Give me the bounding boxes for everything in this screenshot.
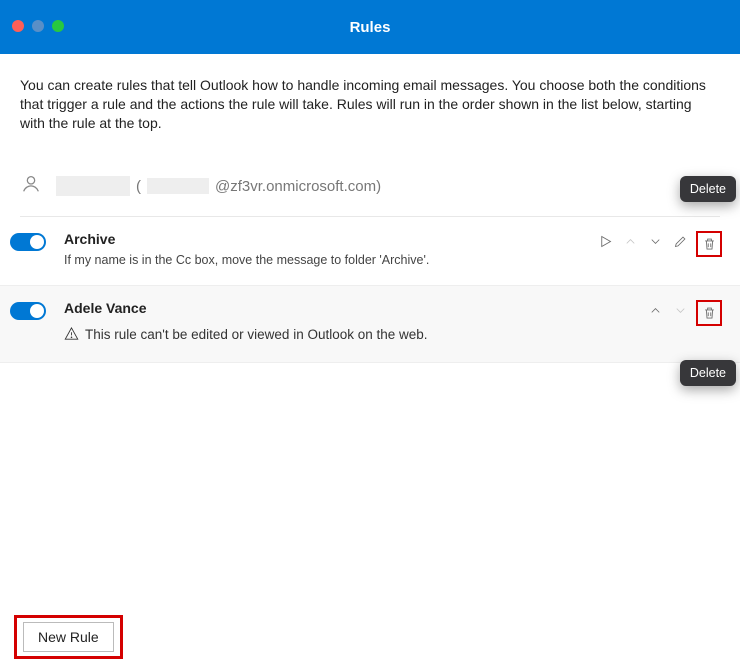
titlebar: Rules xyxy=(0,0,740,54)
redacted-alias xyxy=(147,178,209,194)
rule-actions xyxy=(648,302,720,324)
rule-actions xyxy=(598,233,720,255)
zoom-window-button[interactable] xyxy=(52,20,64,32)
delete-tooltip: Delete xyxy=(680,360,736,386)
edit-rule-icon[interactable] xyxy=(673,234,688,254)
delete-rule-button[interactable] xyxy=(698,233,720,255)
new-rule-highlight: New Rule xyxy=(14,615,123,659)
account-label: ( @zf3vr.onmicrosoft.com) xyxy=(56,176,381,196)
window-title: Rules xyxy=(350,19,391,36)
content-area: You can create rules that tell Outlook h… xyxy=(0,54,740,217)
open-paren: ( xyxy=(136,178,141,195)
rule-warning-text: This rule can't be edited or viewed in O… xyxy=(85,327,428,342)
delete-tooltip: Delete xyxy=(680,176,736,202)
account-row: ( @zf3vr.onmicrosoft.com) xyxy=(20,173,720,217)
account-domain: @zf3vr.onmicrosoft.com) xyxy=(215,178,381,195)
warning-icon xyxy=(64,326,79,344)
rule-title: Archive xyxy=(64,231,592,247)
person-icon xyxy=(20,173,42,200)
rule-description: If my name is in the Cc box, move the me… xyxy=(64,253,592,267)
move-down-icon[interactable] xyxy=(673,303,688,323)
rule-row[interactable]: Archive If my name is in the Cc box, mov… xyxy=(0,217,740,286)
rule-body: Adele Vance This rule can't be edited or… xyxy=(64,300,642,344)
delete-rule-button[interactable] xyxy=(698,302,720,324)
rules-dialog: Rules You can create rules that tell Out… xyxy=(0,0,740,671)
close-window-button[interactable] xyxy=(12,20,24,32)
new-rule-button[interactable]: New Rule xyxy=(23,622,114,652)
minimize-window-button[interactable] xyxy=(32,20,44,32)
rule-enabled-toggle[interactable] xyxy=(10,302,46,320)
move-up-icon[interactable] xyxy=(648,303,663,323)
rule-enabled-toggle[interactable] xyxy=(10,233,46,251)
rule-title: Adele Vance xyxy=(64,300,642,316)
rule-row[interactable]: Adele Vance This rule can't be edited or… xyxy=(0,286,740,363)
move-down-icon[interactable] xyxy=(648,234,663,254)
move-up-icon[interactable] xyxy=(623,234,638,254)
footer: New Rule xyxy=(14,615,123,659)
rule-body: Archive If my name is in the Cc box, mov… xyxy=(64,231,592,267)
window-controls xyxy=(12,20,64,32)
redacted-name xyxy=(56,176,130,196)
rule-warning-row: This rule can't be edited or viewed in O… xyxy=(64,326,642,344)
run-rule-icon[interactable] xyxy=(598,234,613,254)
intro-text: You can create rules that tell Outlook h… xyxy=(20,76,720,133)
